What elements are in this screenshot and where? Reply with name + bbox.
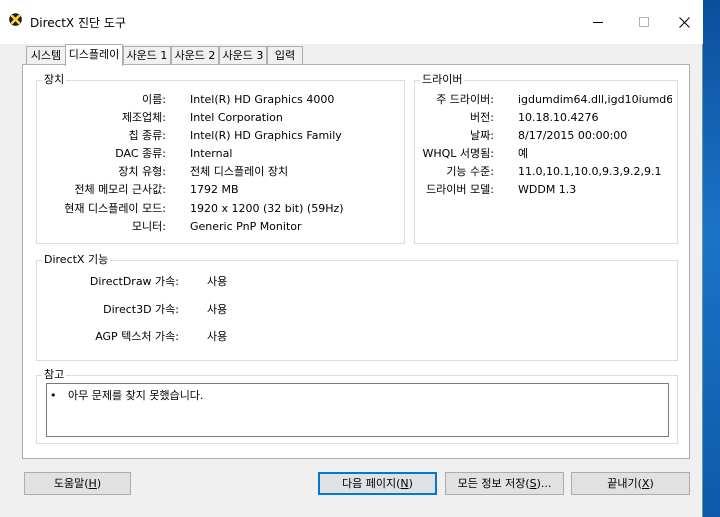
feature-levels-value: 11.0,10.1,10.0,9.3,9.2,9.1 — [518, 165, 662, 178]
driver-model-label: 드라이버 모델: — [426, 183, 494, 196]
driver-model-value: WDDM 1.3 — [518, 183, 577, 196]
title-bar[interactable]: DirectX 진단 도구 — [0, 0, 703, 44]
notes-title: 참고 — [42, 368, 67, 381]
tab-input[interactable]: 입력 — [267, 46, 303, 64]
minimize-button[interactable] — [576, 8, 620, 36]
agp-value: 사용 — [207, 330, 228, 343]
device-type-label: 장치 유형: — [118, 165, 166, 178]
tab-label: 사운드 3 — [222, 49, 264, 62]
whql-label: WHQL 서명됨: — [422, 147, 495, 160]
dxdiag-window: DirectX 진단 도구 시스템 디스플레이 사운드 1 사운드 2 사운드 … — [0, 0, 703, 517]
tab-label: 사운드 2 — [174, 49, 216, 62]
feature-levels-label: 기능 수준: — [446, 165, 494, 178]
directx-features-title: DirectX 기능 — [42, 253, 111, 266]
exit-button-label: 끝내기( — [607, 477, 642, 490]
driver-group-title: 드라이버 — [420, 73, 465, 86]
minimize-icon — [593, 22, 603, 23]
memory-label: 전체 메모리 근사값: — [74, 183, 166, 196]
close-icon — [678, 16, 690, 28]
help-button[interactable]: 도움말(H) — [24, 472, 131, 495]
tab-sound-1[interactable]: 사운드 1 — [123, 46, 171, 64]
note-item: • 아무 문제를 찾지 못했습니다. — [50, 387, 203, 403]
driver-version-value: 10.18.10.4276 — [518, 111, 599, 124]
whql-value: 예 — [518, 147, 529, 160]
directdraw-value: 사용 — [207, 275, 228, 288]
exit-button-label-end: ) — [649, 477, 654, 490]
memory-value: 1792 MB — [190, 183, 239, 196]
chip-type-label: 칩 종류: — [128, 129, 166, 142]
driver-date-value: 8/17/2015 00:00:00 — [518, 129, 628, 142]
agp-label: AGP 텍스처 가속: — [95, 330, 179, 343]
note-text: 아무 문제를 찾지 못했습니다. — [68, 389, 204, 402]
chip-type-value: Intel(R) HD Graphics Family — [190, 129, 342, 142]
note-bullet: • — [50, 389, 57, 402]
main-driver-label: 주 드라이버: — [436, 93, 494, 106]
driver-date-label: 날짜: — [470, 129, 494, 142]
direct3d-label: Direct3D 가속: — [103, 303, 179, 316]
device-group-title: 장치 — [42, 73, 67, 86]
main-driver-value: igdumdim64.dll,igd10iumd64.dll,igd10iumd… — [518, 93, 672, 106]
exit-button[interactable]: 끝내기(X) — [571, 472, 690, 495]
save-button-label-end: )... — [536, 477, 552, 490]
maximize-button[interactable] — [622, 8, 666, 36]
tab-sound-3[interactable]: 사운드 3 — [219, 46, 267, 64]
save-button-label: 모든 정보 저장( — [457, 477, 530, 490]
help-button-label: 도움말( — [53, 477, 89, 490]
device-type-value: 전체 디스플레이 장치 — [190, 165, 289, 178]
monitor-label: 모니터: — [131, 220, 166, 233]
display-mode-label: 현재 디스플레이 모드: — [64, 202, 166, 215]
notes-list[interactable]: • 아무 문제를 찾지 못했습니다. — [46, 383, 669, 437]
close-button[interactable] — [662, 8, 706, 36]
manufacturer-value: Intel Corporation — [190, 111, 283, 124]
tab-label: 시스템 — [30, 49, 62, 62]
device-name-value: Intel(R) HD Graphics 4000 — [190, 93, 335, 106]
directdraw-label: DirectDraw 가속: — [89, 275, 179, 288]
display-mode-value: 1920 x 1200 (32 bit) (59Hz) — [190, 202, 344, 215]
window-title: DirectX 진단 도구 — [30, 16, 126, 30]
tab-system[interactable]: 시스템 — [26, 46, 66, 64]
save-button-key: S — [529, 477, 537, 490]
next-page-button[interactable]: 다음 페이지(N) — [318, 472, 437, 495]
directx-app-icon — [9, 13, 22, 26]
direct3d-value: 사용 — [207, 303, 228, 316]
help-button-label-end: ) — [96, 477, 102, 490]
next-page-button-label-end: ) — [408, 477, 413, 490]
dac-type-label: DAC 종류: — [115, 147, 166, 160]
tab-display[interactable]: 디스플레이 — [65, 44, 123, 66]
next-page-button-label: 다음 페이지( — [342, 477, 401, 490]
monitor-value: Generic PnP Monitor — [190, 220, 302, 233]
driver-version-label: 버전: — [470, 111, 494, 124]
next-page-button-key: N — [400, 477, 409, 490]
dac-type-value: Internal — [190, 147, 233, 160]
tab-label: 입력 — [274, 49, 296, 62]
manufacturer-label: 제조업체: — [121, 111, 166, 124]
device-name-label: 이름: — [142, 93, 166, 106]
help-button-key: H — [88, 477, 97, 490]
save-all-info-button[interactable]: 모든 정보 저장(S)... — [445, 472, 564, 495]
tab-label: 디스플레이 — [68, 48, 120, 61]
tab-sound-2[interactable]: 사운드 2 — [171, 46, 219, 64]
tab-label: 사운드 1 — [126, 49, 168, 62]
desktop-background — [703, 0, 720, 517]
maximize-icon — [639, 17, 649, 27]
